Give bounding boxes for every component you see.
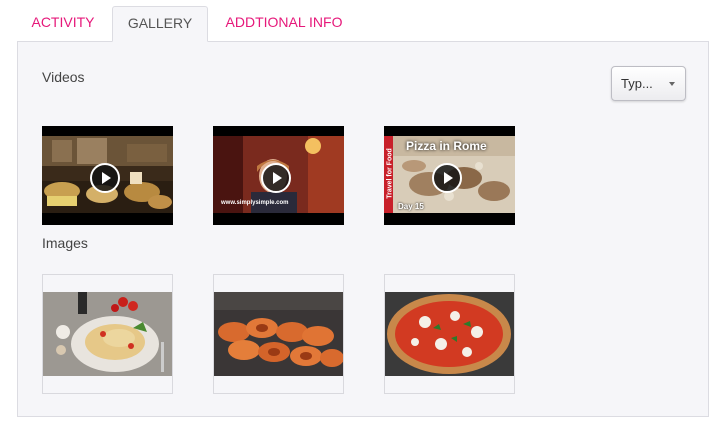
video-day-label: Day 15 xyxy=(398,202,424,211)
video-side-label: Travel for Food xyxy=(386,148,394,199)
chevron-down-icon xyxy=(669,82,675,86)
video-thumbnail-2[interactable]: www.simplysimple.com xyxy=(213,126,344,225)
gallery-panel: Videos Typ... www.simplysimple.com Pizza… xyxy=(17,41,709,417)
margherita-pizza-image xyxy=(385,292,514,376)
play-icon xyxy=(90,163,120,193)
play-icon xyxy=(261,163,291,193)
rigatoni-pasta-image xyxy=(214,292,343,376)
tab-activity[interactable]: ACTIVITY xyxy=(20,6,106,41)
type-filter-value: Typ... xyxy=(621,76,653,91)
tab-gallery[interactable]: GALLERY xyxy=(112,6,208,42)
video-caption: www.simplysimple.com xyxy=(221,200,289,206)
image-thumbnail-3[interactable] xyxy=(384,274,515,394)
tab-bar: ACTIVITY GALLERY ADDTIONAL INFO xyxy=(0,0,723,42)
video-thumbnail-1[interactable] xyxy=(42,126,173,225)
spaghetti-plate-image xyxy=(43,292,172,376)
video-thumbnail-3[interactable]: Pizza in Rome Travel for Food Day 15 xyxy=(384,126,515,225)
videos-heading: Videos xyxy=(42,69,85,85)
images-heading: Images xyxy=(42,235,88,251)
video-title: Pizza in Rome xyxy=(406,139,487,153)
image-thumbnail-2[interactable] xyxy=(213,274,344,394)
image-thumbnail-1[interactable] xyxy=(42,274,173,394)
play-icon xyxy=(432,163,462,193)
tab-additional-info[interactable]: ADDTIONAL INFO xyxy=(214,6,354,41)
type-filter-select[interactable]: Typ... xyxy=(611,66,686,101)
